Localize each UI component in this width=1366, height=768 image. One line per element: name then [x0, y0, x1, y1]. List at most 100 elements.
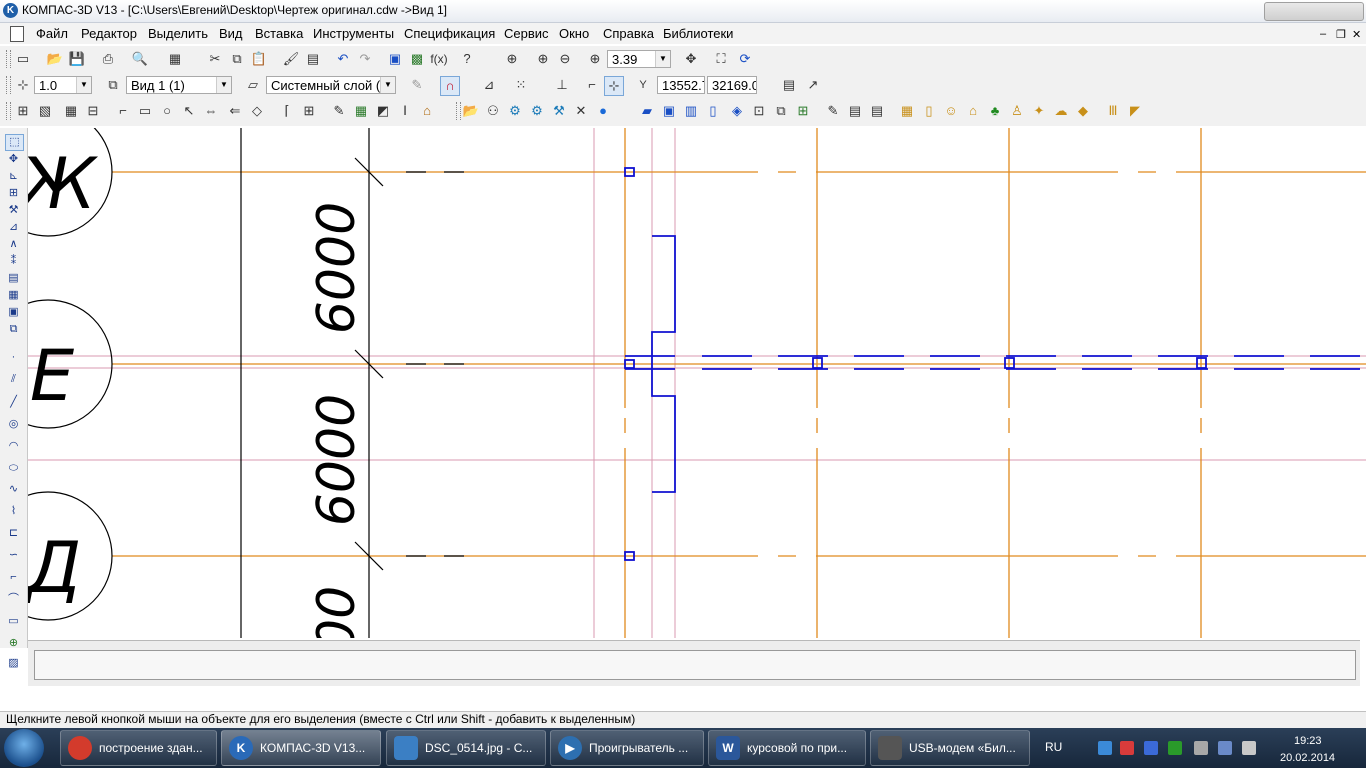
- zoom-window-icon[interactable]: ⊕: [503, 50, 521, 68]
- zoom-combo[interactable]: 3.39 ▼: [607, 50, 671, 68]
- spline-draw-icon[interactable]: ∿: [5, 482, 22, 497]
- element-icon[interactable]: ⊡: [750, 102, 768, 120]
- column-icon[interactable]: ⌂: [418, 102, 436, 120]
- help-circle-icon[interactable]: ●: [594, 102, 612, 120]
- door-panel-icon[interactable]: ▯: [920, 102, 938, 120]
- tools-2-icon[interactable]: ⚙: [528, 102, 546, 120]
- graph-icon[interactable]: ⌈: [278, 102, 296, 120]
- hatch-draw-icon[interactable]: ▨: [5, 656, 22, 671]
- circle-draw-icon[interactable]: ◎: [5, 417, 22, 432]
- menu-tools[interactable]: Инструменты: [313, 26, 394, 41]
- hammer-tool-icon[interactable]: ⚒: [5, 203, 22, 218]
- clock-date[interactable]: 20.02.2014: [1280, 752, 1335, 764]
- save-icon[interactable]: 💾: [68, 50, 86, 68]
- window-tool-icon[interactable]: ▣: [660, 102, 678, 120]
- language-indicator[interactable]: RU: [1045, 740, 1062, 754]
- hatch-icon[interactable]: ▧: [36, 102, 54, 120]
- property-field[interactable]: [34, 650, 1356, 680]
- help-pointer-icon[interactable]: ?: [458, 50, 476, 68]
- formula-icon[interactable]: f(x): [428, 50, 450, 68]
- export-icon[interactable]: ⊞: [794, 102, 812, 120]
- select-tool-icon[interactable]: ⬚: [5, 134, 24, 151]
- taskbar-item-image-viewer[interactable]: DSC_0514.jpg - С...: [386, 730, 546, 766]
- arrow-tool-icon[interactable]: ↖: [180, 102, 198, 120]
- brush-2-icon[interactable]: ✎: [824, 102, 842, 120]
- align-icon[interactable]: ⊞: [300, 102, 318, 120]
- segment-tool-icon[interactable]: ╱: [5, 395, 22, 410]
- copy-properties-icon[interactable]: 🖌: [282, 50, 300, 68]
- signal-tray-icon[interactable]: [1218, 741, 1232, 755]
- ruler-icon[interactable]: ⊞: [14, 102, 32, 120]
- start-button[interactable]: [4, 729, 44, 767]
- taskbar-item-modem[interactable]: USB-модем «Бил...: [870, 730, 1030, 766]
- tree-plant-icon[interactable]: ♣: [986, 102, 1004, 120]
- menu-help[interactable]: Справка: [603, 26, 654, 41]
- properties-icon[interactable]: ▤: [304, 50, 322, 68]
- redo-icon[interactable]: ↷: [356, 50, 374, 68]
- step-combo[interactable]: 1.0 ▼: [34, 76, 92, 94]
- clock-time[interactable]: 19:23: [1294, 735, 1322, 747]
- tag-icon[interactable]: ◆: [1074, 102, 1092, 120]
- layer-state-icon[interactable]: ▱: [244, 76, 262, 94]
- zoom-out-icon[interactable]: ⊖: [556, 50, 574, 68]
- orthogonal-icon[interactable]: ⊿: [480, 76, 498, 94]
- library-folder-icon[interactable]: 📂: [462, 102, 480, 120]
- polyline-draw-icon[interactable]: ⌇: [5, 504, 22, 519]
- menu-view[interactable]: Вид: [219, 26, 243, 41]
- house-icon[interactable]: ⌂: [964, 102, 982, 120]
- open-folder-icon[interactable]: 📂: [46, 50, 64, 68]
- insert-icon[interactable]: ⊟: [84, 102, 102, 120]
- copy-icon[interactable]: ⧉: [228, 50, 246, 68]
- fragment-insert-icon[interactable]: ⊕: [5, 636, 22, 651]
- refresh-icon[interactable]: ⟳: [736, 50, 754, 68]
- cloud-icon[interactable]: ☁: [1052, 102, 1070, 120]
- drawing-svg[interactable]: Ж Е Д 6000 6000 6000: [28, 128, 1366, 638]
- figure-icon[interactable]: ✦: [1030, 102, 1048, 120]
- nvidia-tray-icon[interactable]: [1168, 741, 1182, 755]
- snap-magnet-icon[interactable]: ∩: [440, 76, 460, 96]
- ellipse-draw-icon[interactable]: ⬭: [5, 461, 22, 476]
- paste-icon[interactable]: 📋: [250, 50, 268, 68]
- grid-icon[interactable]: ⁙: [512, 76, 530, 94]
- green-table-icon[interactable]: ▦: [352, 102, 370, 120]
- taskbar-item-chrome[interactable]: построение здан...: [60, 730, 217, 766]
- toolbar-grip[interactable]: [6, 102, 11, 120]
- cut-icon[interactable]: ✂: [206, 50, 224, 68]
- taskbar-item-media-player[interactable]: ▶ Проигрыватель ...: [550, 730, 704, 766]
- volume-tray-icon[interactable]: [1242, 741, 1256, 755]
- stair-tool-icon[interactable]: ◈: [728, 102, 746, 120]
- tools-icon[interactable]: ⚙: [506, 102, 524, 120]
- mdi-close-button[interactable]: ✕: [1352, 28, 1361, 41]
- show-all-icon[interactable]: ⛶: [712, 50, 730, 68]
- taskbar-item-kompas[interactable]: K КОМПАС-3D V13...: [221, 730, 381, 766]
- menu-specification[interactable]: Спецификация: [404, 26, 495, 41]
- menu-select[interactable]: Выделить: [148, 26, 208, 41]
- table-icon[interactable]: ▦: [62, 102, 80, 120]
- antivirus-tray-icon[interactable]: [1120, 741, 1134, 755]
- variables-icon[interactable]: ▩: [408, 50, 426, 68]
- cursor-coords-icon[interactable]: ⊹: [604, 76, 624, 96]
- diamond-icon[interactable]: ◇: [248, 102, 266, 120]
- mdi-minimize-button[interactable]: –: [1320, 28, 1326, 40]
- print-icon[interactable]: ⎙: [99, 50, 117, 68]
- device-tray-icon[interactable]: [1194, 741, 1208, 755]
- layer-combo[interactable]: Системный слой (0) ▼: [266, 76, 396, 94]
- arc-draw-icon[interactable]: ◠: [5, 439, 22, 454]
- sheet-2-icon[interactable]: ▤: [868, 102, 886, 120]
- mirror-icon[interactable]: ⇔: [202, 102, 220, 120]
- menu-file[interactable]: Файл: [36, 26, 68, 41]
- menu-window[interactable]: Окно: [559, 26, 589, 41]
- dimension-tool-icon[interactable]: ⊾: [5, 169, 22, 184]
- bluetooth-tray-icon[interactable]: [1144, 741, 1158, 755]
- menu-service[interactable]: Сервис: [504, 26, 549, 41]
- fill-icon[interactable]: ◩: [374, 102, 392, 120]
- document-state-icon[interactable]: ▤: [780, 76, 798, 94]
- menu-editor[interactable]: Редактор: [81, 26, 137, 41]
- contour-draw-icon[interactable]: ⊏: [5, 526, 22, 541]
- toolbar-grip[interactable]: [6, 76, 11, 94]
- view-combo[interactable]: Вид 1 (1) ▼: [126, 76, 232, 94]
- furniture-icon[interactable]: ▦: [898, 102, 916, 120]
- cursor-step-icon[interactable]: ⊹: [14, 76, 32, 94]
- binoculars-icon[interactable]: ⚇: [484, 102, 502, 120]
- measure-tool-icon[interactable]: ⊿: [5, 220, 22, 235]
